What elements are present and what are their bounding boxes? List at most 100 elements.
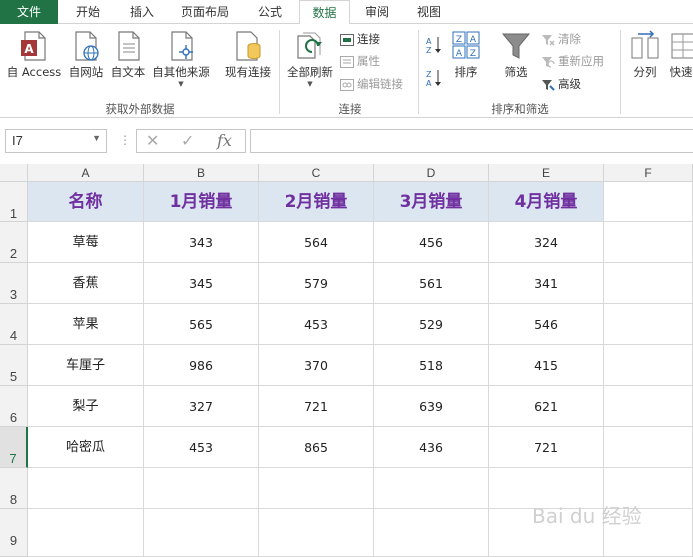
refresh-all-button[interactable]: 全部刷新 ▼	[284, 30, 336, 88]
cell-a8[interactable]	[28, 468, 144, 509]
cell-f3[interactable]	[604, 263, 693, 304]
cell-e4[interactable]: 546	[489, 304, 604, 345]
cell-f6[interactable]	[604, 386, 693, 427]
row-header-1[interactable]: 1	[0, 182, 28, 222]
cell-b4[interactable]: 565	[144, 304, 259, 345]
cell-b2[interactable]: 343	[144, 222, 259, 263]
row-header-2[interactable]: 2	[0, 222, 28, 263]
clear-filter-button[interactable]: 清除	[541, 29, 581, 49]
cell-a7[interactable]: 哈密瓜	[28, 427, 144, 468]
cell-a4[interactable]: 苹果	[28, 304, 144, 345]
cell-c8[interactable]	[259, 468, 374, 509]
tab-page-layout[interactable]: 页面布局	[172, 0, 238, 24]
cell-c6[interactable]: 721	[259, 386, 374, 427]
cell-d6[interactable]: 639	[374, 386, 489, 427]
enter-icon[interactable]: ✓	[181, 131, 194, 150]
cell-f4[interactable]	[604, 304, 693, 345]
cell-f2[interactable]	[604, 222, 693, 263]
cell-d2[interactable]: 456	[374, 222, 489, 263]
cell-b8[interactable]	[144, 468, 259, 509]
cell-d9[interactable]	[374, 509, 489, 557]
cell-a9[interactable]	[28, 509, 144, 557]
tab-view[interactable]: 视图	[405, 0, 453, 24]
cell-b7[interactable]: 453	[144, 427, 259, 468]
formula-input[interactable]	[250, 129, 693, 153]
cell-c4[interactable]: 453	[259, 304, 374, 345]
cell-e7[interactable]: 721	[489, 427, 604, 468]
more-icon[interactable]: ⋮	[119, 133, 131, 147]
cell-e2[interactable]: 324	[489, 222, 604, 263]
cell-e6[interactable]: 621	[489, 386, 604, 427]
cell-b1[interactable]: 1月销量	[144, 182, 259, 222]
row-header-6[interactable]: 6	[0, 386, 28, 427]
from-other-sources-button[interactable]: 自其他来源 ▼	[150, 30, 212, 88]
row-header-3[interactable]: 3	[0, 263, 28, 304]
column-header-e[interactable]: E	[489, 164, 604, 182]
cell-c5[interactable]: 370	[259, 345, 374, 386]
edit-links-button[interactable]: 编辑链接	[340, 74, 403, 94]
column-header-c[interactable]: C	[259, 164, 374, 182]
cancel-icon[interactable]: ✕	[146, 131, 159, 150]
cell-d4[interactable]: 529	[374, 304, 489, 345]
cell-d8[interactable]	[374, 468, 489, 509]
cell-d7[interactable]: 436	[374, 427, 489, 468]
cell-d1[interactable]: 3月销量	[374, 182, 489, 222]
row-header-8[interactable]: 8	[0, 468, 28, 509]
cell-a5[interactable]: 车厘子	[28, 345, 144, 386]
row-header-4[interactable]: 4	[0, 304, 28, 345]
row-header-5[interactable]: 5	[0, 345, 28, 386]
cell-c1[interactable]: 2月销量	[259, 182, 374, 222]
chevron-down-icon[interactable]: ▼	[92, 133, 101, 143]
cell-b6[interactable]: 327	[144, 386, 259, 427]
column-header-d[interactable]: D	[374, 164, 489, 182]
cell-e3[interactable]: 341	[489, 263, 604, 304]
column-header-b[interactable]: B	[144, 164, 259, 182]
advanced-filter-button[interactable]: 高级	[541, 74, 581, 94]
select-all-corner[interactable]	[0, 164, 28, 182]
tab-review[interactable]: 审阅	[353, 0, 401, 24]
svg-text:A: A	[426, 79, 432, 88]
cell-e5[interactable]: 415	[489, 345, 604, 386]
cell-f1[interactable]	[604, 182, 693, 222]
column-header-f[interactable]: F	[604, 164, 693, 182]
row-header-9[interactable]: 9	[0, 509, 28, 557]
cell-b9[interactable]	[144, 509, 259, 557]
tab-file[interactable]: 文件	[0, 0, 58, 24]
cell-c7[interactable]: 865	[259, 427, 374, 468]
name-box[interactable]: I7 ▼	[5, 129, 107, 153]
from-access-button[interactable]: A 自 Access	[4, 30, 64, 80]
sort-ascending-button[interactable]: AZ	[425, 34, 446, 55]
sort-button[interactable]: Z A A Z 排序	[448, 30, 484, 80]
filter-button[interactable]: 筛选	[498, 30, 534, 80]
from-web-button[interactable]: 自网站	[66, 30, 106, 80]
column-header-a[interactable]: A	[28, 164, 144, 182]
from-text-button[interactable]: 自文本	[108, 30, 148, 80]
properties-button[interactable]: 属性	[340, 51, 380, 71]
tab-formulas[interactable]: 公式	[246, 0, 294, 24]
cell-a2[interactable]: 草莓	[28, 222, 144, 263]
cell-a6[interactable]: 梨子	[28, 386, 144, 427]
cell-c2[interactable]: 564	[259, 222, 374, 263]
cell-b5[interactable]: 986	[144, 345, 259, 386]
tab-insert[interactable]: 插入	[118, 0, 166, 24]
text-to-columns-button[interactable]: 分列	[628, 30, 662, 80]
row-header-7[interactable]: 7	[0, 427, 28, 468]
cell-d5[interactable]: 518	[374, 345, 489, 386]
sort-descending-button[interactable]: ZA	[425, 67, 446, 88]
reapply-button[interactable]: 重新应用	[541, 51, 604, 71]
tab-data[interactable]: 数据	[299, 0, 350, 25]
cell-d3[interactable]: 561	[374, 263, 489, 304]
cell-c9[interactable]	[259, 509, 374, 557]
cell-f7[interactable]	[604, 427, 693, 468]
existing-connections-button[interactable]: 现有连接	[222, 30, 274, 80]
cell-c3[interactable]: 579	[259, 263, 374, 304]
cell-a1[interactable]: 名称	[28, 182, 144, 222]
insert-function-icon[interactable]: fx	[217, 131, 232, 150]
tab-home[interactable]: 开始	[64, 0, 112, 24]
cell-e1[interactable]: 4月销量	[489, 182, 604, 222]
flash-fill-button[interactable]: 快速	[666, 30, 693, 80]
cell-b3[interactable]: 345	[144, 263, 259, 304]
cell-a3[interactable]: 香蕉	[28, 263, 144, 304]
cell-f5[interactable]	[604, 345, 693, 386]
connections-button[interactable]: 连接	[340, 29, 380, 49]
